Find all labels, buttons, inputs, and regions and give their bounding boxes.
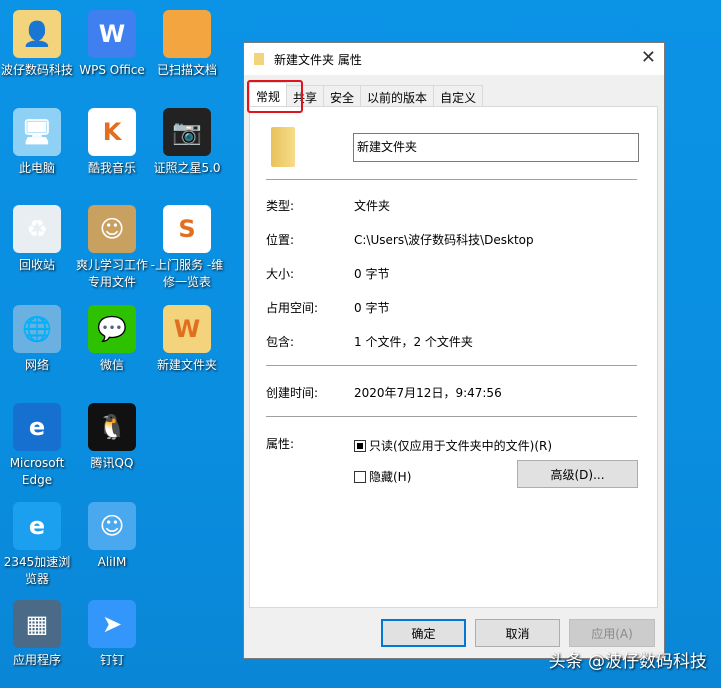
type-label: 类型: [266,199,295,213]
desktop-icon[interactable]: 🐧 腾讯QQ [75,403,149,472]
advanced-button[interactable]: 高级(D)... [517,460,638,488]
desktop-icon[interactable]: ♻ 回收站 [0,205,74,274]
highlight-annotation [247,80,303,113]
location-value: C:\Users\波仔数码科技\Desktop [354,233,534,247]
watermark: 头条 @波仔数码科技 [548,652,707,672]
desktop-icon-label: 此电脑 [18,161,55,175]
desktop-icon[interactable]: ➤ 钉钉 [75,600,149,669]
created-label: 创建时间: [266,386,319,400]
browser-icon: e [13,502,61,550]
spreadsheet-icon: S [163,205,211,253]
tab-customize[interactable]: 自定义 [433,85,484,106]
desktop-icon[interactable]: 📷 证照之星5.0 [150,108,224,177]
tab-security[interactable]: 安全 [323,85,362,106]
desktop-icon[interactable]: W 新建文件夹 [150,305,224,374]
kuwo-icon: K [88,108,136,156]
desktop-icon-label: 酷我音乐 [87,161,136,175]
wechat-icon: 💬 [88,305,136,353]
desktop-icon[interactable]: K 酷我音乐 [75,108,149,177]
desktop-icon[interactable]: ☺ 爽儿学习工作专用文件 [75,205,149,291]
apps-icon: ▦ [13,600,61,648]
wps-icon: W [88,10,136,58]
contains-value: 1 个文件，2 个文件夹 [354,335,473,349]
desktop-icon[interactable]: S -上门服务 -维修一览表 [150,205,224,291]
apply-button[interactable]: 应用(A) [569,619,655,647]
edge-icon: e [13,403,61,451]
attributes-label: 属性: [266,437,295,451]
checkbox-icon [354,471,366,483]
size-label: 大小: [266,267,295,281]
desktop-icon[interactable]: 💬 微信 [75,305,149,374]
desktop-icon[interactable]: 🌐 网络 [0,305,74,374]
created-value: 2020年7月12日，9:47:56 [354,386,502,400]
contains-label: 包含: [266,335,295,349]
desktop-icon-label: 证照之星5.0 [153,161,221,175]
network-icon: 🌐 [13,305,61,353]
hidden-label: 隐藏(H) [369,470,412,484]
ok-button[interactable]: 确定 [381,619,466,647]
desktop-icon-label: 微信 [99,358,124,372]
desktop-icon-label: 应用程序 [12,653,61,667]
desktop-icon-label: 钉钉 [99,653,124,667]
desktop-icon[interactable]: 已扫描文档 [150,10,224,79]
general-panel: 新建文件夹 类型: 文件夹 位置: C:\Users\波仔数码科技\Deskto… [249,106,658,608]
checkbox-indeterminate-icon [354,440,366,452]
desktop-icon-label: 回收站 [18,258,55,272]
computer-icon: 🖥 [13,108,61,156]
photo-icon: ☺ [88,205,136,253]
dialog-title: 新建文件夹 属性 [274,52,362,67]
desktop-icon-label: 波仔数码科技 [0,63,73,77]
folder-icon: W [163,305,211,353]
folder-icon [254,53,264,65]
camera-icon: 📷 [163,108,211,156]
qq-icon: 🐧 [88,403,136,451]
desktop-icon-label: AliIM [97,555,127,569]
user-folder-icon: 👤 [13,10,61,58]
desktop-icon[interactable]: ▦ 应用程序 [0,600,74,669]
title-bar: 新建文件夹 属性 [244,43,664,75]
folder-icon [271,127,295,167]
readonly-checkbox[interactable]: 只读(仅应用于文件夹中的文件)(R) [354,437,552,454]
desktop-icon[interactable]: e Microsoft Edge [0,403,74,489]
desktop-icon[interactable]: ☺ AliIM [75,502,149,571]
dingtalk-icon: ➤ [88,600,136,648]
folder-icon [163,10,211,58]
desktop-icon-label: 腾讯QQ [90,456,134,470]
desktop-icon-label: WPS Office [79,63,145,77]
tab-previous-versions[interactable]: 以前的版本 [360,85,435,106]
readonly-label: 只读(仅应用于文件夹中的文件)(R) [369,439,553,453]
cancel-button[interactable]: 取消 [475,619,560,647]
divider [266,416,637,417]
desktop-icon-label: -上门服务 -维修一览表 [150,258,224,289]
desktop-icon[interactable]: W WPS Office [75,10,149,79]
aliim-icon: ☺ [88,502,136,550]
size-value: 0 字节 [354,267,390,281]
desktop-icon[interactable]: 🖥 此电脑 [0,108,74,177]
desktop-icon-label: 已扫描文档 [156,63,217,77]
divider [266,365,637,366]
recycle-bin-icon: ♻ [13,205,61,253]
desktop-icon-label: 新建文件夹 [156,358,217,372]
desktop-icon[interactable]: 👤 波仔数码科技 [0,10,74,79]
desktop-icon[interactable]: e 2345加速浏览器 [0,502,74,588]
desktop-icon-label: 2345加速浏览器 [3,555,71,586]
hidden-checkbox[interactable]: 隐藏(H) [354,468,411,485]
divider [266,179,637,180]
type-value: 文件夹 [354,199,391,213]
desktop-icon-label: Microsoft Edge [9,456,65,487]
desktop-icon-label: 爽儿学习工作专用文件 [75,258,148,289]
size-on-disk-value: 0 字节 [354,301,390,315]
close-icon[interactable]: ✕ [641,47,656,68]
folder-name-input[interactable]: 新建文件夹 [353,133,639,162]
size-on-disk-label: 占用空间: [266,301,319,315]
location-label: 位置: [266,233,295,247]
desktop-icon-label: 网络 [24,358,49,372]
properties-dialog: 新建文件夹 属性 ✕ 常规 共享 安全 以前的版本 自定义 新建文件夹 类型: … [243,42,665,659]
